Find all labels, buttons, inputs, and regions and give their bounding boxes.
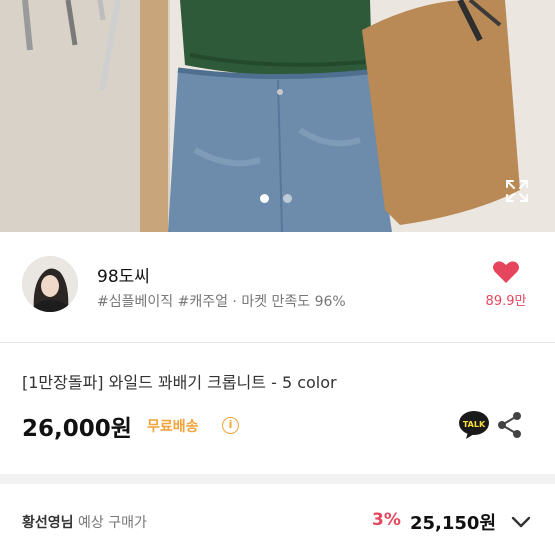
carousel-dot[interactable] [283,194,292,203]
talk-icon: TALK [459,411,489,439]
market-satisfaction: · 마켓 만족도 96% [232,294,346,310]
section-divider [0,342,555,343]
expected-price-row: 황선영님 예상 구매가 [22,512,147,532]
shop-tags: #심플베이직 #캐주얼 · 마켓 만족도 96% [97,291,346,311]
free-shipping-badge: 무료배송 [147,419,199,435]
svg-text:TALK: TALK [463,420,486,429]
chevron-down-icon[interactable] [511,514,531,533]
product-image-carousel[interactable] [0,0,555,232]
info-icon[interactable]: i [222,417,239,434]
share-button[interactable] [497,411,523,443]
expected-price: 25,150원 [410,513,497,534]
kakao-talk-button[interactable]: TALK [458,410,490,444]
share-icon [498,412,521,438]
like-button[interactable]: 89.9만 [484,260,528,309]
shop-avatar[interactable] [22,256,78,312]
discount-rate: 3% [372,510,401,530]
expected-price-label: 예상 구매가 [77,515,147,531]
carousel-indicator [260,194,292,203]
carousel-dot-active[interactable] [260,194,269,203]
product-title: [1만장돌파] 와일드 꽈배기 크롭니트 - 5 color [22,373,337,392]
shop-info: 98도씨 #심플베이직 #캐주얼 · 마켓 만족도 96% 89.9만 [0,232,555,342]
product-price: 26,000원 [22,416,132,442]
shop-tag-casual[interactable]: #캐주얼 [178,294,228,310]
shop-tag-simple-basic[interactable]: #심플베이직 [97,294,173,310]
like-count: 89.9만 [485,294,527,309]
section-band [0,474,555,484]
heart-icon [493,261,519,283]
buyer-name: 황선영님 [22,515,74,531]
fullscreen-expand-icon[interactable] [505,179,529,203]
shop-name[interactable]: 98도씨 [97,262,150,287]
